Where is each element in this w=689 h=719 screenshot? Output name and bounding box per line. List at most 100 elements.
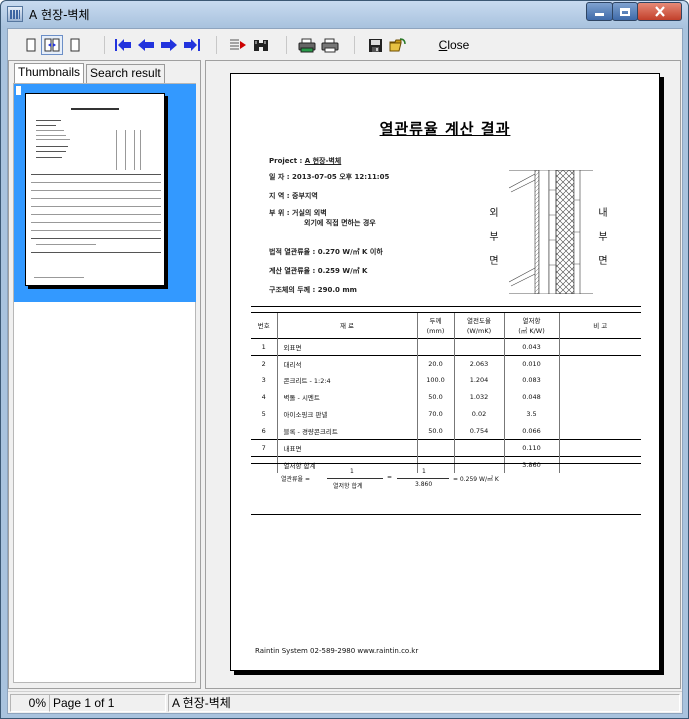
first-page-button[interactable]: [113, 37, 133, 53]
row-remarks: [558, 338, 641, 356]
tab-thumbnails[interactable]: Thumbnails: [14, 63, 85, 83]
formula-bottom-rule: [251, 514, 641, 515]
row-material: 대리석: [276, 354, 417, 373]
row-no: 5: [261, 410, 266, 419]
save-icon: [368, 38, 382, 52]
header-thickness-label: 두께: [429, 316, 442, 325]
header-resistance-unit: (㎡ K/W): [518, 326, 545, 335]
outside-label-1: 외: [489, 208, 499, 219]
header-thickness: 두께 (mm): [416, 312, 454, 339]
project-value: A 현장-벽체: [304, 157, 342, 165]
minimize-button[interactable]: [586, 2, 613, 21]
document-title-text: 열관류율 계산 결과: [379, 120, 511, 138]
row-remarks: [558, 455, 641, 473]
region-line: 지 역 : 중부지역: [269, 191, 318, 201]
thumbnail-page-1[interactable]: [14, 84, 196, 302]
row-resistance: 0.043: [503, 338, 559, 356]
inside-label-2: 부: [598, 232, 608, 243]
row-resistance: 0.110: [503, 438, 559, 457]
app-window: A 현장-벽체 Close Thumbnails Search result 열…: [0, 0, 689, 719]
find-button[interactable]: [251, 37, 271, 53]
print-icon: [321, 38, 339, 52]
formula-eq: =: [387, 474, 393, 481]
location-line: 부 위 : 거실의 외벽: [269, 208, 327, 218]
left-pane-tabs: Thumbnails Search result: [14, 63, 165, 84]
tab-search-result[interactable]: Search result: [86, 64, 165, 83]
toolbar-separator: [354, 36, 355, 54]
single-page-button[interactable]: [24, 37, 38, 53]
row-remarks: [558, 422, 641, 440]
toolbar-separator: [216, 36, 217, 54]
thumbnail-marker: [16, 86, 21, 95]
previous-page-button[interactable]: [136, 37, 156, 53]
header-resistance-label: 열저항: [522, 316, 541, 325]
page-width-icon: [70, 38, 80, 52]
row-thickness: [416, 338, 454, 356]
maximize-button[interactable]: [612, 2, 638, 21]
formula-num-1: 1: [350, 468, 354, 475]
row-no: 6: [261, 426, 266, 435]
toolbar-separator: [286, 36, 287, 54]
last-page-button[interactable]: [182, 37, 202, 53]
location-line-2: 외기에 직접 면하는 경우: [304, 218, 376, 228]
save-button[interactable]: [366, 37, 384, 53]
formula-result: = 0.259 W/㎡ K: [453, 476, 499, 483]
std-uvalue-line: 법적 열관류율 : 0.270 W/㎡ K 이하: [269, 247, 383, 257]
calc-uvalue-value: 0.259 W/㎡ K: [317, 267, 368, 275]
open-button[interactable]: [388, 37, 408, 53]
location-label: 부 위 :: [269, 209, 292, 217]
row-thickness: 100.0: [416, 372, 454, 389]
row-remarks: [558, 354, 641, 373]
table-row: 3 콘크리트 - 1:2:4 100.0 1.204 0.083: [251, 372, 641, 389]
status-doc-name: A 현장-벽체: [168, 694, 680, 712]
facing-pages-icon: [44, 38, 60, 52]
maximize-icon: [620, 7, 630, 16]
date-label: 일 자 :: [269, 173, 292, 181]
title-bar[interactable]: A 현장-벽체: [1, 1, 688, 27]
close-window-button[interactable]: [637, 2, 682, 21]
row-remarks: [558, 405, 641, 423]
goto-page-button[interactable]: [228, 37, 248, 53]
row-no: 1: [251, 338, 277, 356]
print-button[interactable]: [320, 37, 340, 53]
print-setup-button[interactable]: [297, 37, 317, 53]
row-no: 2: [251, 354, 277, 373]
formula-bar-2: [397, 478, 449, 479]
close-label-rest: lose: [447, 38, 470, 52]
minimize-icon: [595, 13, 604, 16]
std-uvalue-value: 0.270 W/㎡ K 이하: [317, 248, 383, 256]
facing-pages-button[interactable]: [41, 35, 63, 55]
results-table: 번호 재 료 두께 (mm) 열전도율 (W/mK) 열저항 (㎡ K/W) 비 고 …: [251, 312, 641, 473]
table-row: 1 외표면 0.043: [251, 338, 641, 356]
outside-label-2: 부: [489, 232, 499, 243]
row-conductivity: 1.032: [453, 388, 504, 406]
table-header-row: 번호 재 료 두께 (mm) 열전도율 (W/mK) 열저항 (㎡ K/W) 비 고: [251, 312, 641, 339]
page-width-button[interactable]: [68, 37, 82, 53]
prev-page-icon: [138, 39, 154, 51]
next-page-button[interactable]: [159, 37, 179, 53]
formula-num-2: 1: [422, 468, 426, 475]
table-row: 7 내표면 0.110: [251, 438, 641, 457]
table-row: 5 아이소핑크 판넬 70.0 0.02 3.5: [251, 405, 641, 423]
row-conductivity: 0.02: [453, 405, 504, 423]
inside-label-1: 내: [598, 208, 608, 219]
row-material: 외표면: [276, 338, 417, 356]
thumbnail-list[interactable]: [13, 83, 196, 683]
table-total-row: 열저항 합계 3.860: [251, 455, 641, 473]
row-thickness: 50.0: [416, 388, 454, 406]
find-icon: [254, 39, 268, 51]
open-icon: [389, 37, 406, 51]
row-material: 내표면: [276, 438, 417, 457]
window-title: A 현장-벽체: [29, 8, 90, 22]
close-toolbar-button[interactable]: Close: [438, 36, 470, 54]
location-value-2: 외기에 직접 면하는 경우: [304, 219, 376, 227]
client-area: Close Thumbnails Search result 열관류율 계산 결…: [7, 28, 683, 714]
row-no: 7: [251, 438, 277, 457]
region-value: 중부지역: [292, 192, 318, 200]
document-page: 열관류율 계산 결과 Project : A 현장-벽체 일 자 : 2013-…: [230, 73, 660, 671]
preview-pane[interactable]: 열관류율 계산 결과 Project : A 현장-벽체 일 자 : 2013-…: [205, 60, 681, 689]
row-no: 3: [261, 376, 266, 385]
table-top-rule: [251, 306, 641, 307]
table-row: 4 벽돌 - 시멘트 50.0 1.032 0.048: [251, 388, 641, 406]
region-label: 지 역 :: [269, 192, 292, 200]
